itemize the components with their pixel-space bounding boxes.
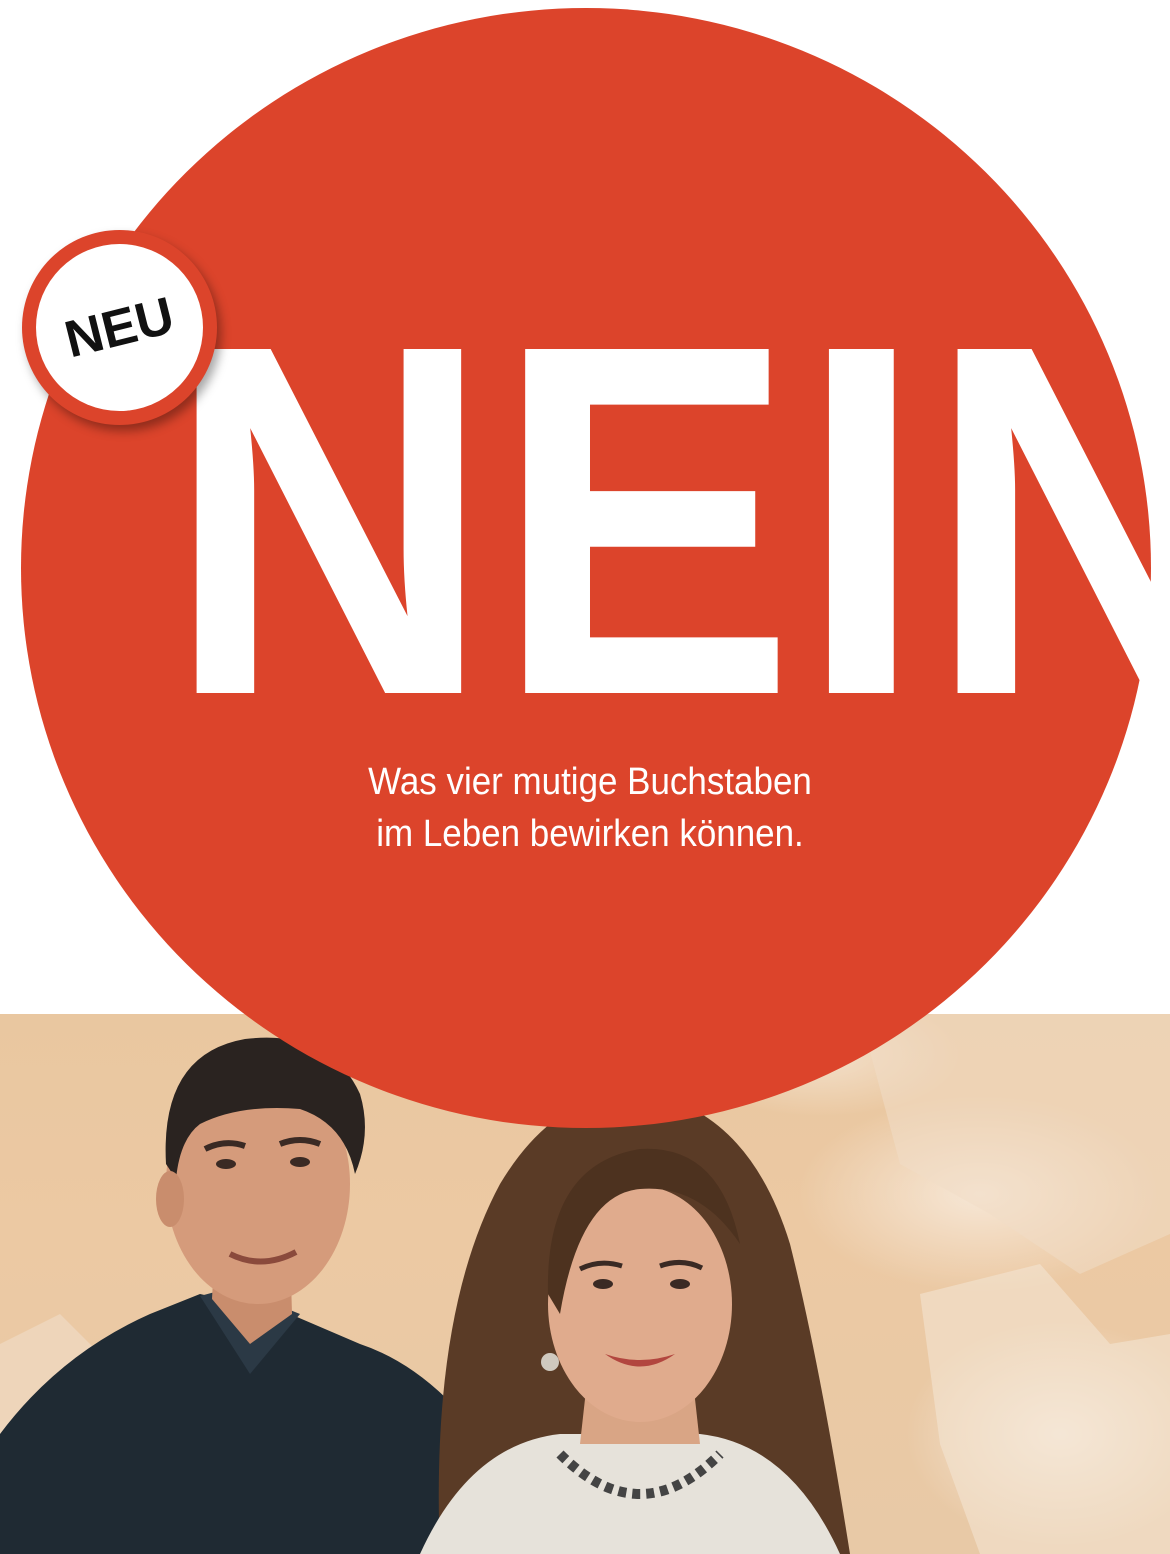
new-badge-label: NEU [59,286,180,370]
hero-subtitle: Was vier mutige Buchstaben im Leben bewi… [314,756,866,860]
new-badge-inner: NEU [36,244,203,411]
hero-subtitle-line: im Leben bewirken können. [376,813,804,855]
new-badge: NEU [22,230,217,425]
hero-title: NEIN [166,240,1170,799]
promo-page: NEIN Was vier mutige Buchstaben im Leben… [0,0,1170,1554]
hero-subtitle-line: Was vier mutige Buchstaben [368,761,812,803]
